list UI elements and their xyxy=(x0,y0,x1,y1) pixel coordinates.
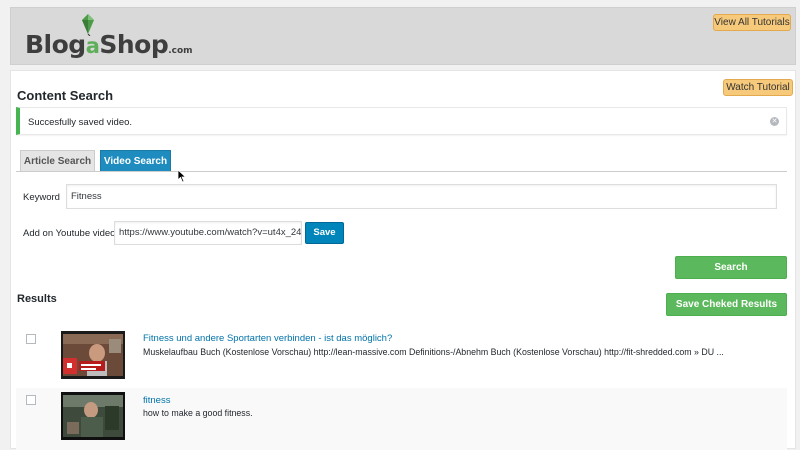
blogashop-logo[interactable]: BlogaShop.com xyxy=(25,12,193,62)
success-notice: Succesfully saved video. ✕ xyxy=(16,107,787,135)
watch-tutorial-button[interactable]: Watch Tutorial xyxy=(723,79,793,96)
tab-article-search[interactable]: Article Search xyxy=(20,150,95,172)
notice-text: Succesfully saved video. xyxy=(28,117,133,128)
video-thumbnail[interactable] xyxy=(61,392,125,440)
results-title: Results xyxy=(17,293,57,305)
page-title: Content Search xyxy=(17,88,114,103)
save-checked-results-button[interactable]: Save Cheked Results xyxy=(666,293,787,316)
thumbnail-image xyxy=(61,331,125,379)
result-checkbox[interactable] xyxy=(26,334,36,344)
video-title-link[interactable]: Fitness und andere Sportarten verbinden … xyxy=(143,333,392,344)
header-bar: BlogaShop.com View All Tutorials xyxy=(10,7,796,65)
result-checkbox[interactable] xyxy=(26,395,36,405)
table-row: fitness how to make a good fitness. xyxy=(16,388,787,450)
logo-wordmark: BlogaShop.com xyxy=(25,30,193,59)
video-title-link[interactable]: fitness xyxy=(143,395,170,406)
keyword-input[interactable]: Fitness xyxy=(66,184,777,209)
save-button[interactable]: Save xyxy=(305,222,344,244)
video-description: Muskelaufbau Buch (Kostenlose Vorschau) … xyxy=(143,347,724,357)
video-thumbnail[interactable] xyxy=(61,331,125,379)
tabs-divider xyxy=(16,171,787,172)
search-button[interactable]: Search xyxy=(675,256,787,279)
video-description: how to make a good fitness. xyxy=(143,408,253,418)
content-search-panel: Watch Tutorial Content Search Succesfull… xyxy=(10,70,796,450)
tab-video-search[interactable]: Video Search xyxy=(100,150,171,172)
keyword-label: Keyword xyxy=(23,192,60,203)
mouse-cursor-icon xyxy=(178,170,187,183)
thumbnail-image xyxy=(61,392,125,440)
view-all-tutorials-button[interactable]: View All Tutorials xyxy=(713,14,791,31)
youtube-url-input[interactable]: https://www.youtube.com/watch?v=ut4x_24 xyxy=(114,221,302,245)
table-row: Fitness und andere Sportarten verbinden … xyxy=(16,327,787,387)
close-icon[interactable]: ✕ xyxy=(770,117,779,126)
youtube-video-label: Add on Youtube video xyxy=(23,228,116,239)
